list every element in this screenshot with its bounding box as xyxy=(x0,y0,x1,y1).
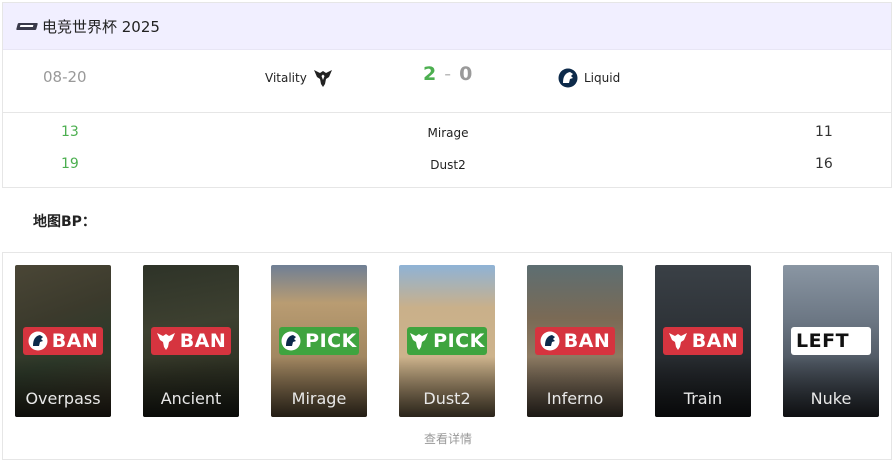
liquid-horse-icon xyxy=(558,68,578,88)
veto-map-name: Mirage xyxy=(291,389,347,408)
veto-action: BAN xyxy=(691,330,739,352)
liquid-horse-icon xyxy=(540,331,560,351)
veto-action: BAN xyxy=(51,330,99,352)
team-right-name: Liquid xyxy=(584,71,621,85)
event-header: 电竞世界杯 2025 xyxy=(3,3,891,50)
veto-card-inferno[interactable]: BAN Inferno xyxy=(527,265,623,417)
thumbnail-shade xyxy=(15,357,111,417)
veto-badge-ban: BAN xyxy=(535,327,615,355)
map-result-row: 13 Mirage 11 xyxy=(3,117,891,149)
liquid-horse-icon xyxy=(281,331,301,351)
veto-map-name: Dust2 xyxy=(423,389,471,408)
team-right[interactable]: Liquid xyxy=(558,68,620,88)
map-result-name: Dust2 xyxy=(430,158,466,172)
map-score-right: 16 xyxy=(815,156,833,172)
veto-card-dust2[interactable]: PICK Dust2 xyxy=(399,265,495,417)
veto-action: BAN xyxy=(179,330,227,352)
veto-map-name: Train xyxy=(683,389,723,408)
series-score-row[interactable]: 08-20 Vitality 2-0 Liquid xyxy=(3,50,891,113)
veto-map-name: Overpass xyxy=(25,389,101,408)
series-score-right: 0 xyxy=(459,63,473,85)
match-card: 电竞世界杯 2025 08-20 Vitality 2-0 Liquid 13 … xyxy=(2,2,892,188)
veto-card-mirage[interactable]: PICK Mirage xyxy=(271,265,367,417)
team-left[interactable]: Vitality xyxy=(265,68,333,88)
veto-badge-pick: PICK xyxy=(407,327,487,355)
veto-badge-ban: BAN xyxy=(151,327,231,355)
series-score-separator: - xyxy=(444,63,452,85)
esports-world-cup-logo-icon xyxy=(16,22,38,30)
thumbnail-shade xyxy=(143,357,239,417)
veto-badge-pick: PICK xyxy=(279,327,359,355)
map-veto-panel: BAN Overpass BAN Ancient PICK Mirage PIC… xyxy=(2,252,892,460)
veto-map-name: Ancient xyxy=(160,389,222,408)
veto-badge-left: LEFT xyxy=(791,327,871,355)
thumbnail-shade xyxy=(783,357,879,417)
thumbnail-shade xyxy=(399,357,495,417)
thumbnail-shade xyxy=(655,357,751,417)
vitality-bee-icon xyxy=(668,333,687,350)
vitality-bee-icon xyxy=(313,70,332,87)
map-result-row: 19 Dust2 16 xyxy=(3,149,891,181)
veto-card-overpass[interactable]: BAN Overpass xyxy=(15,265,111,417)
map-results: 13 Mirage 11 19 Dust2 16 xyxy=(3,113,891,181)
veto-card-train[interactable]: BAN Train xyxy=(655,265,751,417)
liquid-horse-icon xyxy=(28,331,48,351)
map-score-right: 11 xyxy=(815,124,833,140)
match-date: 08-20 xyxy=(43,68,87,86)
veto-map-name: Nuke xyxy=(810,389,852,408)
view-details-link[interactable]: 查看详情 xyxy=(3,430,893,447)
event-title: 电竞世界杯 2025 xyxy=(42,17,160,36)
vitality-bee-icon xyxy=(410,333,429,350)
veto-action: PICK xyxy=(305,330,357,352)
map-veto-heading: 地图BP： xyxy=(33,214,96,230)
veto-badge-ban: BAN xyxy=(663,327,743,355)
veto-badge-ban: BAN xyxy=(23,327,103,355)
vitality-bee-icon xyxy=(156,333,175,350)
veto-action: PICK xyxy=(433,330,485,352)
veto-map-name: Inferno xyxy=(546,389,604,408)
map-result-name: Mirage xyxy=(427,126,469,140)
veto-action: BAN xyxy=(563,330,611,352)
series-score-left: 2 xyxy=(423,63,437,85)
team-left-name: Vitality xyxy=(265,71,307,85)
veto-action: LEFT xyxy=(796,330,850,352)
veto-card-ancient[interactable]: BAN Ancient xyxy=(143,265,239,417)
thumbnail-shade xyxy=(271,357,367,417)
thumbnail-shade xyxy=(527,357,623,417)
veto-card-nuke[interactable]: LEFT Nuke xyxy=(783,265,879,417)
series-score: 2-0 xyxy=(423,63,472,85)
